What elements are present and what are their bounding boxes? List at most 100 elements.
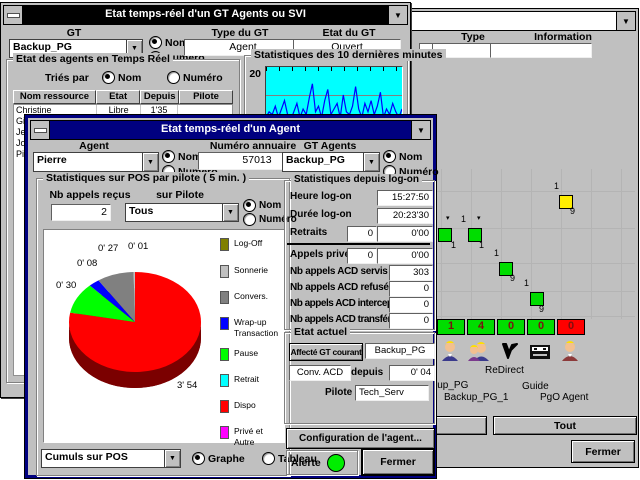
node-count: 1 — [554, 181, 559, 191]
agent-icon[interactable] — [437, 335, 463, 361]
etat-actuel-title: Etat actuel — [291, 326, 350, 338]
radio-icon — [167, 71, 180, 84]
etat-du-gt-label: Etat du GT — [299, 27, 399, 39]
legend-swatch — [220, 265, 229, 278]
logon-stats-title: Statistiques depuis log-on — [291, 174, 422, 185]
tout-button[interactable]: Tout — [493, 416, 637, 435]
appels-prives-count-field[interactable]: 0 — [347, 248, 377, 264]
sur-pilote-combobox[interactable]: Tous ▼ — [125, 203, 239, 222]
legend-swatch — [220, 238, 229, 251]
legend-swatch — [220, 400, 229, 413]
status-box: 4 — [467, 319, 495, 335]
flow-node[interactable] — [438, 228, 452, 242]
legend-item: Dispo — [220, 400, 282, 413]
acd-refuses-field[interactable]: 0 — [389, 281, 433, 297]
status-box: 0 — [557, 319, 585, 335]
graphe-radio[interactable]: Graphe — [192, 452, 245, 465]
node-count: 9 — [510, 273, 515, 283]
monitor-field-information[interactable] — [490, 43, 592, 58]
redirect-icon[interactable] — [497, 335, 523, 361]
y-axis-max-label: 20 — [247, 68, 261, 80]
status-box: 0 — [497, 319, 525, 335]
gt-agents-combobox[interactable]: Backup_PG ▼ — [282, 152, 380, 172]
acd-interceptes-field[interactable]: 0 — [389, 297, 433, 313]
heure-logon-field[interactable]: 15:27:50 — [377, 190, 433, 206]
queue-label: Guide — [522, 381, 549, 392]
pie-label: 0' 30 — [56, 280, 76, 291]
agent-combobox[interactable]: Pierre ▼ — [33, 152, 159, 172]
retraits-count-field[interactable]: 0 — [347, 226, 377, 242]
legend-item: Sonnerie — [220, 265, 282, 278]
pilote-label: Pilote — [325, 387, 352, 398]
cassette-icon[interactable] — [527, 335, 553, 361]
gt-menu-button[interactable]: ▼ — [388, 6, 407, 24]
duree-logon-field[interactable]: 20:23'30 — [377, 208, 433, 224]
radio-icon — [243, 213, 256, 226]
retraits-label: Retraits — [290, 227, 327, 238]
stats-10min-title: Statistiques des 10 dernières minutes — [251, 49, 446, 61]
retraits-duration-field[interactable]: 0'00 — [377, 226, 433, 242]
acd-refuses-label: Nb appels ACD refusés — [290, 282, 394, 293]
gt-courant-field[interactable]: Backup_PG — [365, 343, 435, 359]
col-pilote: Pilote — [179, 90, 233, 104]
dropdown-arrow-icon[interactable]: ▼ — [164, 450, 180, 467]
tries-nom-radio[interactable]: Nom — [102, 71, 141, 84]
config-agent-button[interactable]: Configuration de l'agent... — [286, 428, 435, 449]
agent-icon[interactable] — [557, 335, 583, 361]
gt-agents-label: GT Agents — [282, 140, 378, 152]
gt-window-title: Etat temps-réel d'un GT Agents ou SVI — [23, 6, 388, 24]
tries-numero-radio[interactable]: Numéro — [167, 71, 223, 84]
cumuls-combobox[interactable]: Cumuls sur POS ▼ — [41, 449, 181, 468]
legend-item: Privé et Autre — [220, 426, 282, 447]
column-information-label: Information — [503, 31, 623, 43]
queue-label: ReDirect — [485, 365, 524, 376]
etat-agent-field[interactable]: Conv. ACD — [289, 365, 351, 381]
legend-item: Log-Off — [220, 238, 282, 251]
pilote-field[interactable]: Tech_Serv — [355, 385, 429, 401]
gt-agents-nom-radio[interactable]: Nom — [383, 150, 422, 163]
dropdown-arrow-icon[interactable]: ▼ — [363, 153, 379, 171]
legend-swatch — [220, 317, 229, 330]
agent-titlebar[interactable]: Etat temps-réel d'un Agent ▼ — [30, 120, 431, 140]
gt-agents-combobox-value: Backup_PG — [283, 153, 363, 171]
col-depuis: Depuis — [140, 90, 179, 104]
status-box: 1 — [437, 319, 465, 335]
nb-appels-recus-field[interactable]: 2 — [51, 204, 111, 221]
dropdown-arrow-icon[interactable]: ▼ — [222, 204, 238, 221]
radio-icon — [102, 71, 115, 84]
legend-item: Convers. — [220, 291, 282, 304]
pie-label: 3' 54 — [177, 380, 197, 391]
legend-label: Convers. — [234, 291, 268, 304]
depuis-field[interactable]: 0' 04 — [389, 365, 435, 381]
acd-servis-field[interactable]: 303 — [389, 265, 433, 281]
radio-icon — [192, 452, 205, 465]
agent-menu-button[interactable]: ▼ — [411, 121, 430, 139]
node-count: 9 — [570, 206, 575, 216]
sur-pilote-label: sur Pilote — [125, 189, 235, 201]
pilote-nom-radio[interactable]: Nom — [243, 199, 281, 212]
type-du-gt-label: Type du GT — [183, 27, 297, 39]
appels-prives-duration-field[interactable]: 0'00 — [377, 248, 433, 264]
monitor-menu-button[interactable]: ▼ — [616, 12, 635, 30]
agent-label: Agent — [33, 140, 155, 152]
node-arrow-icon: ▾ — [477, 214, 481, 222]
acd-transferes-field[interactable]: 0 — [389, 313, 433, 329]
affecte-gt-button[interactable]: Affecté GT courant — [289, 343, 363, 361]
chevron-down-icon: ▼ — [417, 126, 425, 135]
gt-titlebar[interactable]: Etat temps-réel d'un GT Agents ou SVI ▼ — [3, 5, 408, 25]
legend-swatch — [220, 374, 229, 387]
dropdown-arrow-icon[interactable]: ▼ — [142, 153, 158, 171]
radio-icon — [383, 150, 396, 163]
agents-icon[interactable] — [467, 335, 493, 361]
agents-group-title: Etat des agents en Temps Réel — [13, 53, 173, 65]
system-menu-icon[interactable] — [4, 6, 23, 24]
monitor-fermer-button[interactable]: Fermer — [571, 440, 635, 463]
system-menu-icon[interactable] — [31, 121, 50, 139]
agent-fermer-button[interactable]: Fermer — [362, 449, 434, 475]
radio-icon — [243, 199, 256, 212]
node-count: 1 — [461, 214, 466, 224]
alerte-panel: Alerte — [286, 450, 358, 475]
alerte-lamp-icon — [327, 454, 345, 472]
legend-label: Dispo — [234, 400, 256, 413]
flow-grid — [413, 169, 635, 319]
